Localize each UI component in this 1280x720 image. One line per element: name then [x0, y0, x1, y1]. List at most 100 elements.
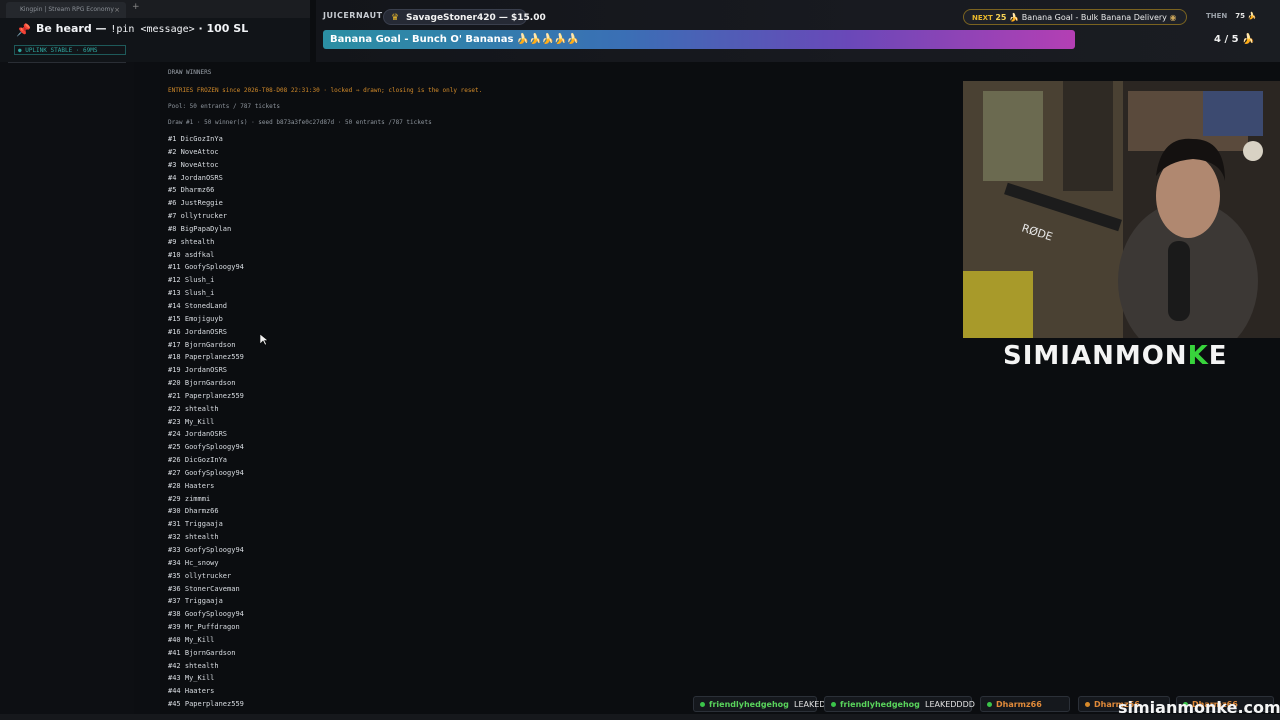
winner-rank: #41 — [168, 648, 181, 657]
browser-tab[interactable]: Kingpin | Stream RPG Economy × — [6, 2, 126, 18]
winner-rank: #40 — [168, 635, 181, 644]
winner-row: #31 Triggaaja — [168, 518, 244, 531]
chat-user: friendlyhedgehog — [840, 700, 920, 709]
winner-rank: #3 — [168, 160, 177, 169]
winner-row: #18 Paperplanez559 — [168, 351, 244, 364]
winner-name: StonedLand — [184, 301, 228, 310]
winner-rank: #6 — [168, 199, 177, 208]
winner-row: #34 Hc_snowy — [168, 557, 244, 570]
winner-row: #22 shtealth — [168, 403, 244, 416]
webcam-image: RØDE — [963, 81, 1280, 338]
winner-row: #14 StonedLand — [168, 300, 244, 313]
winner-rank: #28 — [168, 481, 181, 490]
winner-name: Triggaaja — [184, 597, 223, 606]
chat-text: LEAKED — [793, 700, 826, 709]
goal-text: Banana Goal - Bunch O' Bananas 🍌🍌🍌🍌🍌 — [330, 34, 580, 45]
winner-row: #10 asdfkal — [168, 249, 244, 262]
donation-pill: ♛ SavageStoner420 — $15.00 — [383, 9, 546, 25]
winner-rank: #9 — [168, 237, 177, 246]
winner-name: DicGozInYa — [180, 135, 223, 143]
winner-name: Paperplanez559 — [184, 353, 244, 362]
winner-rank: #10 — [168, 250, 181, 259]
winner-name: Triggaaja — [184, 520, 223, 529]
new-tab-icon[interactable]: + — [132, 2, 140, 12]
section-title: DRAW WINNERS — [168, 69, 212, 76]
status-dot-icon — [1085, 702, 1090, 707]
winner-rank: #32 — [168, 533, 181, 542]
winner-rank: #2 — [168, 147, 177, 156]
winner-rank: #12 — [168, 276, 181, 285]
winner-rank: #18 — [168, 353, 181, 362]
mouse-cursor-icon — [260, 334, 269, 346]
terminal-output — [160, 62, 960, 720]
winner-rank: #34 — [168, 558, 181, 567]
winner-row: #36 StonerCaveman — [168, 583, 244, 596]
winner-rank: #17 — [168, 340, 181, 349]
winner-row: #11 GoofySploogy94 — [168, 261, 244, 274]
winner-row: #41 BjornGardson — [168, 647, 244, 660]
winner-rank: #29 — [168, 494, 181, 503]
winner-rank: #15 — [168, 314, 181, 323]
winner-name: Dharmz66 — [180, 186, 215, 195]
winner-row: #6 JustReggie — [168, 197, 244, 210]
winner-row: #20 BjornGardson — [168, 377, 244, 390]
winner-name: Paperplanez559 — [184, 391, 244, 400]
winner-rank: #23 — [168, 417, 181, 426]
winner-name: DicGozInYa — [184, 456, 228, 465]
winner-rank: #33 — [168, 546, 181, 554]
next-label: NEXT — [972, 14, 993, 22]
winner-name: NoveAttoc — [180, 160, 219, 169]
winner-name: NoveAttoc — [180, 147, 219, 156]
winner-row: #9 shtealth — [168, 236, 244, 249]
winner-rank: #21 — [168, 391, 181, 400]
winner-row: #8 BigPapaDylan — [168, 223, 244, 236]
pin-label: Be heard — — [36, 22, 111, 35]
winner-row: #30 Dharmz66 — [168, 505, 244, 518]
bottom-bar — [0, 714, 1280, 720]
next-goal-pill: NEXT 25 🍌 Banana Goal - Bulk Banana Deli… — [963, 9, 1187, 25]
winner-name: Mr_Puffdragon — [184, 623, 240, 632]
winner-rank: #11 — [168, 263, 181, 272]
winner-rank: #43 — [168, 674, 181, 683]
tab-title: Kingpin | Stream RPG Economy — [20, 6, 114, 13]
then-goal: THEN 75 🍌 — [1206, 12, 1256, 20]
chat-ticker: friendlyhedgehog LEAKED friendlyhedgehog… — [0, 694, 1280, 714]
browser-tabstrip: Kingpin | Stream RPG Economy × + — [0, 0, 310, 18]
winner-row: #40 My_Kill — [168, 634, 244, 647]
chat-message: friendlyhedgehog LEAKED — [693, 696, 825, 712]
winner-name: BigPapaDylan — [180, 224, 232, 233]
winner-name: JordanOSRS — [184, 366, 228, 375]
winner-rank: #4 — [168, 173, 177, 182]
winner-name: Haaters — [184, 481, 215, 490]
winner-name: GoofySploogy94 — [184, 546, 244, 554]
winner-name: ollytrucker — [180, 212, 228, 221]
winner-rank: #38 — [168, 610, 181, 619]
winner-name: shtealth — [184, 404, 219, 413]
pin-cost: · 100 SL — [194, 22, 249, 35]
winner-row: #27 GoofySploogy94 — [168, 467, 244, 480]
winner-rank: #37 — [168, 597, 181, 606]
winner-name: GoofySploogy94 — [184, 610, 244, 619]
tab-close-icon[interactable]: × — [114, 2, 120, 18]
winner-row: #1 DicGozInYa — [168, 133, 244, 146]
winner-name: Dharmz66 — [184, 507, 219, 516]
chat-text: LEAKEDDDD — [924, 700, 975, 709]
winner-row: #33 GoofySploogy94 — [168, 544, 244, 557]
pin-banner: 📌 Be heard — !pin <message> · 100 SL ● U… — [0, 18, 310, 63]
winner-name: My_Kill — [184, 635, 215, 644]
winners-list: #1 DicGozInYa #2 NoveAttoc #3 NoveAttoc #4 … — [168, 133, 244, 711]
chat-user: Dharmz66 — [996, 700, 1042, 709]
winner-rank: #25 — [168, 443, 181, 452]
winner-name: JordanOSRS — [184, 430, 228, 439]
winner-rank: #8 — [168, 224, 177, 233]
draw-summary: Draw #1 · 50 winner(s) · seed b873a3fe0c… — [168, 119, 432, 126]
winner-name: zimmmi — [184, 494, 211, 503]
uplink-status: ● UPLINK STABLE · 69MS — [14, 45, 126, 55]
winner-rank: #36 — [168, 584, 181, 593]
winner-rank: #22 — [168, 404, 181, 413]
status-dot-icon — [700, 702, 705, 707]
terminal-gutter — [134, 62, 161, 720]
brand-end: E — [1208, 341, 1228, 371]
goal-progress-count: 4 / 5 🍌 — [1214, 34, 1255, 45]
winner-rank: #42 — [168, 661, 181, 670]
